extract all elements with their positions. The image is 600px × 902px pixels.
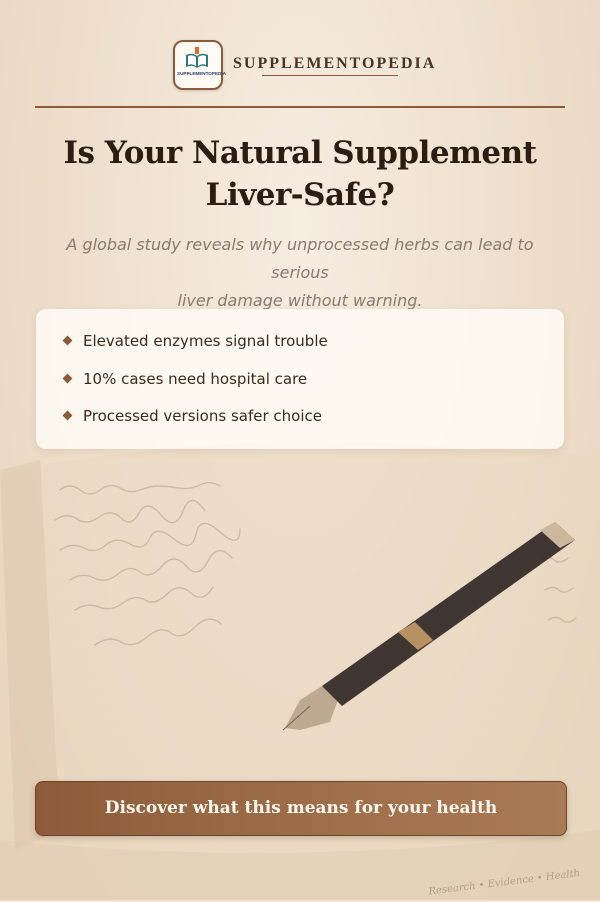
diamond-bullet-icon [62, 335, 73, 346]
key-point-text: Elevated enzymes signal trouble [83, 332, 328, 350]
header-divider [35, 106, 565, 108]
diamond-bullet-icon [62, 410, 73, 421]
subheadline-line-1: A global study reveals why unprocessed h… [66, 235, 534, 282]
brand-logo: SUPPLEMENTOPEDIA [173, 40, 226, 90]
key-points-card: Elevated enzymes signal trouble 10% case… [36, 309, 564, 449]
open-book-icon [186, 47, 208, 68]
cta-button[interactable]: Discover what this means for your health [35, 781, 567, 836]
key-point-text: Processed versions safer choice [83, 407, 322, 425]
headline: Is Your Natural Supplement Liver-Safe? [40, 132, 560, 216]
subheadline: A global study reveals why unprocessed h… [45, 231, 555, 315]
logo-wordmark: SUPPLEMENTOPEDIA [177, 71, 226, 76]
brand-underline [262, 75, 398, 76]
diamond-bullet-icon [62, 373, 73, 384]
cta-button-label: Discover what this means for your health [104, 798, 498, 818]
headline-line-2: Liver-Safe? [205, 177, 395, 213]
brand-name: SUPPLEMENTOPEDIA [233, 55, 437, 72]
headline-line-1: Is Your Natural Supplement [63, 135, 537, 171]
key-point-text: 10% cases need hospital care [83, 370, 308, 388]
